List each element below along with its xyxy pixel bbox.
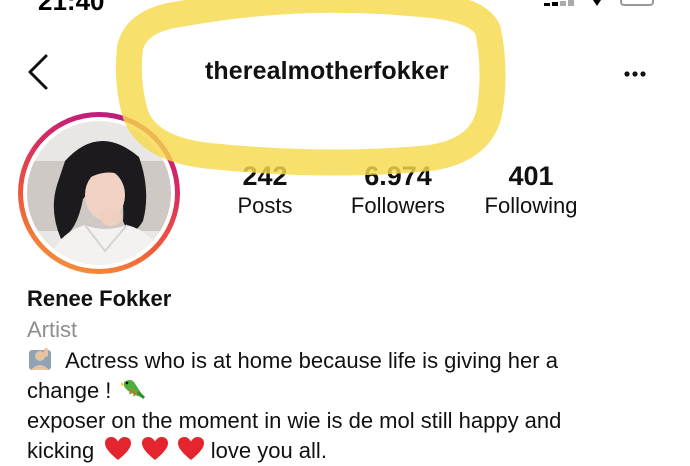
bio-text-1: Actress who is at home because life is g…	[65, 348, 558, 373]
bio-text-4-start: kicking	[27, 438, 95, 463]
red-heart-emoji	[141, 437, 168, 460]
more-options-button[interactable]	[614, 62, 654, 86]
story-ring[interactable]	[18, 112, 180, 274]
bio-text-3: exposer on the moment in wie is de mol s…	[27, 408, 562, 433]
profile-username: therealmotherfokker	[205, 57, 449, 85]
parrot-emoji	[120, 380, 145, 400]
posts-count[interactable]: 242 Posts	[220, 160, 310, 220]
status-bar: 21:40	[0, 0, 690, 14]
signal-icon	[544, 0, 576, 6]
posts-label: Posts	[237, 193, 293, 218]
following-count[interactable]: 401 Following	[474, 160, 588, 220]
following-label: Following	[484, 193, 578, 218]
profile-category: Artist	[27, 317, 78, 342]
bio-text-2: change !	[27, 378, 112, 403]
person-raising-hand-emoji	[29, 348, 51, 370]
profile-bio: Actress who is at home because life is g…	[27, 346, 667, 466]
chevron-left-icon	[28, 54, 48, 90]
wifi-icon	[593, 0, 601, 6]
back-button[interactable]	[22, 52, 58, 92]
status-time: 21:40	[38, 0, 105, 14]
followers-count[interactable]: 6.974 Followers	[338, 160, 458, 220]
bio-line: Actress who is at home because life is g…	[27, 346, 667, 376]
bio-line: kicking love you all.	[27, 436, 667, 466]
bio-line: change !	[27, 376, 667, 406]
following-value: 401	[508, 161, 554, 191]
red-heart-emoji	[105, 437, 132, 460]
posts-value: 242	[242, 161, 288, 191]
followers-value: 6.974	[364, 161, 432, 191]
red-heart-emoji	[177, 437, 204, 460]
bio-text-4-end: love you all.	[210, 438, 327, 463]
bio-line: exposer on the moment in wie is de mol s…	[27, 406, 667, 436]
display-name: Renee Fokker	[27, 286, 172, 311]
more-horizontal-icon	[624, 71, 646, 77]
followers-label: Followers	[350, 193, 446, 218]
avatar	[27, 121, 171, 265]
battery-icon	[620, 0, 654, 6]
